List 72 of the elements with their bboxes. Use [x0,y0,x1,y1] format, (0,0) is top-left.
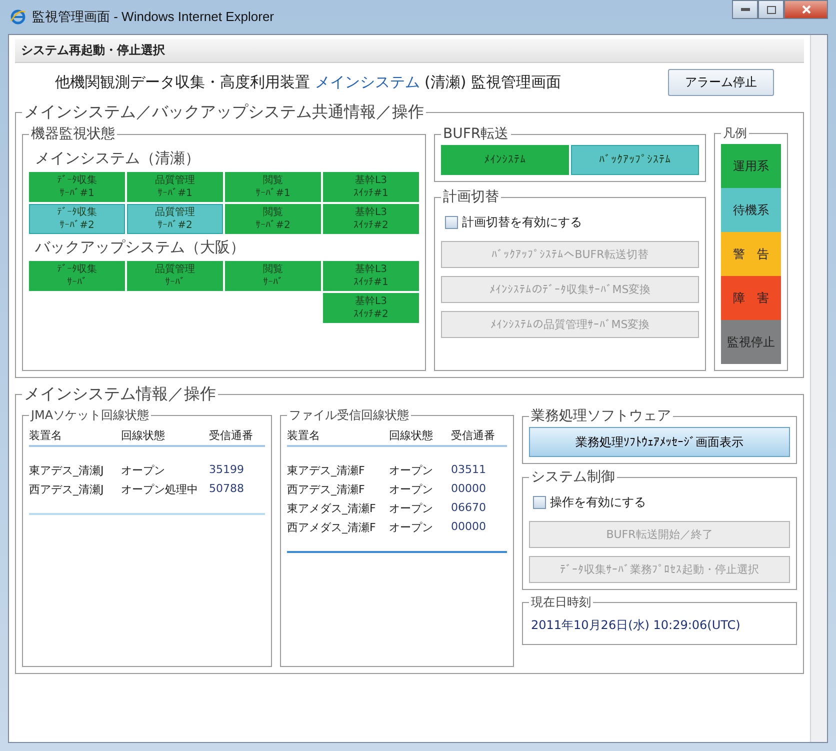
device-status-tile: ﾃﾞｰﾀ収集 ｻｰﾊﾞ#1 [29,172,125,202]
group-title: メインシステム情報／操作 [23,384,217,405]
column-header: 装置名 [287,428,321,443]
table-cell-text: 西アメダス_清瀬F [287,520,377,535]
legend-swatch: 監視停止 [721,320,781,364]
section-title: メインシステム（清瀬） [34,148,201,169]
browser-logo-icon [10,9,26,25]
minimize-button[interactable] [732,0,758,19]
legend-swatch: 待機系 [721,188,781,232]
column-header: 回線状態 [389,428,434,443]
close-button[interactable] [784,0,828,19]
table-cell-text: 00000 [451,482,487,497]
group-title: ファイル受信回線状態 [288,407,410,424]
message-screen-button[interactable]: 業務処理ｿﾌﾄｳｪｱﾒｯｾｰｼﾞ画面表示 [529,427,790,457]
device-status-tile: 基幹L3 ｽｲｯﾁ#1 [323,172,419,202]
header-label: システム再起動・停止選択 [21,43,165,57]
table-cell-text: オープン [389,520,434,535]
table-cell-text: オープン処理中 [121,482,199,497]
group-title: 現在日時刻 [530,594,592,611]
legend-swatch: 障 害 [721,276,781,320]
table-cell-text: 03511 [451,463,487,478]
device-status-tile: 閲覧 ｻｰﾊﾞ#2 [225,204,321,234]
device-status-tile: 基幹L3 ｽｲｯﾁ#2 [323,293,419,323]
transfer-status-tile: ﾊﾞｯｸｱｯﾌﾟｼｽﾃﾑ [571,145,699,175]
legend-swatch: 警 告 [721,232,781,276]
enable-checkbox[interactable]: 操作を有効にする [529,488,790,513]
alarm-stop-button[interactable]: アラーム停止 [668,69,774,96]
group-title: システム制御 [530,468,616,486]
table-cell-text: 東アデス_清瀬F [287,463,366,478]
maximize-button[interactable] [758,0,784,19]
device-status-tile: 品質管理 ｻｰﾊﾞ#1 [127,172,223,202]
legend-swatch: 運用系 [721,144,781,188]
current-time: 2011年10月26日(水) 10:29:06(UTC) [530,617,742,634]
table-cell-text: オープン [121,463,166,478]
table-cell-text: 西アデス_清瀬F [287,482,366,497]
column-header: 受信通番 [209,428,254,443]
page-title: 他機関観測データ収集・高度利用装置 メインシステム (清瀬) 監視管理画面 [55,73,562,92]
group-title: BUFR転送 [442,125,510,143]
group-title: JMAソケット回線状態 [29,407,150,424]
table-cell-text: 50788 [209,482,245,497]
close-icon [802,5,810,14]
device-status-tile: 閲覧 ｻｰﾊﾞ#1 [225,172,321,202]
column-header: 受信通番 [451,428,496,443]
table-cell-text: 00000 [451,520,487,535]
minimize-icon [740,8,750,11]
device-status-tile: 品質管理 ｻｰﾊﾞ [127,261,223,291]
group-title: 計画切替 [442,188,500,206]
section-title: バックアップシステム（大阪） [34,237,246,258]
enable-checkbox[interactable]: 計画切替を有効にする [441,208,699,233]
device-status-tile: 基幹L3 ｽｲｯﾁ#2 [323,204,419,234]
window-title: 監視管理画面 - Windows Internet Explorer [32,8,274,26]
group-title: 業務処理ソフトウェア [530,407,672,425]
table-cell-text: 06670 [451,501,487,516]
device-status-tile: 基幹L3 ｽｲｯﾁ#1 [323,261,419,291]
device-status-tile: ﾃﾞｰﾀ収集 ｻｰﾊﾞ#2 [29,204,125,234]
table-cell-text: オープン [389,482,434,497]
device-status-tile: 品質管理 ｻｰﾊﾞ#2 [127,204,223,234]
group-title: 凡例 [722,125,748,142]
group-title: 機器監視状態 [30,125,116,143]
column-header: 装置名 [29,428,63,443]
maximize-icon [766,6,776,14]
group-title: メインシステム／バックアップシステム共通情報／操作 [23,102,425,123]
device-status-tile: ﾃﾞｰﾀ収集 ｻｰﾊﾞ [29,261,125,291]
table-cell-text: 西アデス_清瀬J [29,482,105,497]
device-status-tile: 閲覧 ｻｰﾊﾞ [225,261,321,291]
table-cell-text: 東アメダス_清瀬F [287,501,377,516]
transfer-status-tile: ﾒｲﾝｼｽﾃﾑ [441,145,569,175]
table-cell-text: 35199 [209,463,245,478]
table-cell-text: オープン [389,463,434,478]
column-header: 回線状態 [121,428,166,443]
table-cell-text: 東アデス_清瀬J [29,463,105,478]
table-cell-text: オープン [389,501,434,516]
